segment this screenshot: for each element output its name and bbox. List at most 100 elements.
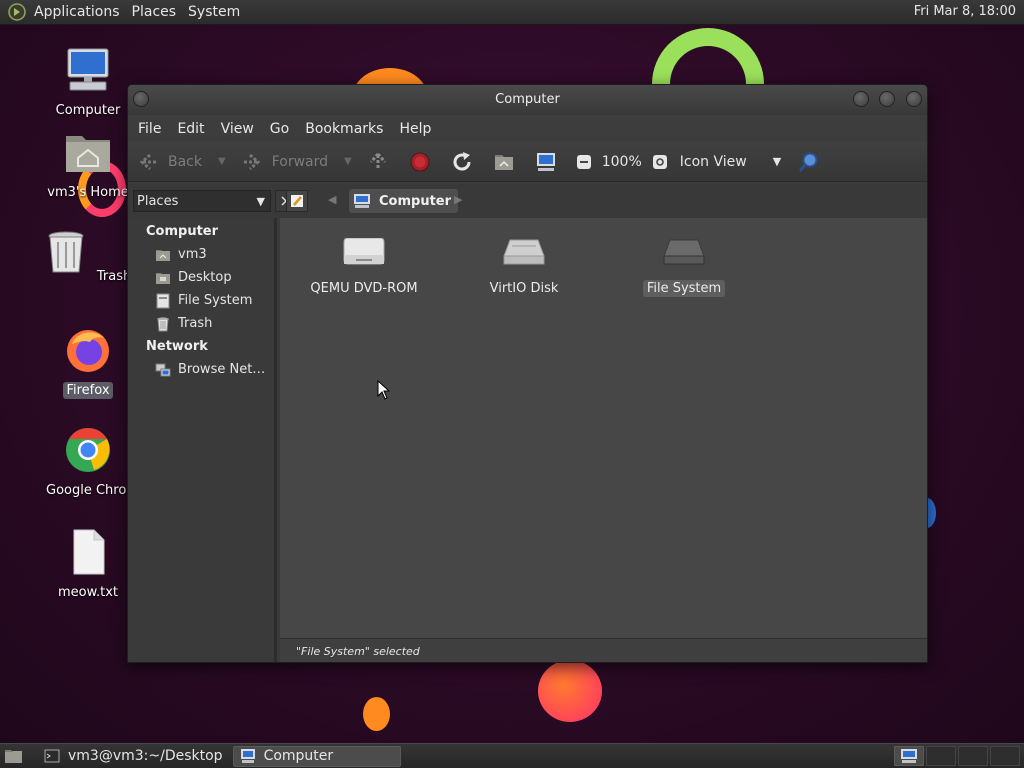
view-mode-select[interactable]: Icon View: [680, 154, 747, 170]
places-menu[interactable]: Places: [132, 4, 185, 20]
show-desktop-icon[interactable]: [4, 747, 24, 765]
status-text: "File System" selected: [296, 645, 420, 658]
file-manager-window[interactable]: Computer File Edit View Go Bookmarks Hel…: [127, 84, 928, 663]
breadcrumb-label: Computer: [379, 193, 452, 209]
workspace-4[interactable]: [990, 746, 1020, 766]
sidebar-item-desktop[interactable]: Desktop: [128, 266, 274, 289]
desktop-folder-icon: [156, 272, 170, 284]
filesystem-icon: [156, 293, 170, 308]
menu-file[interactable]: File: [130, 121, 169, 137]
sidebar-item-file-system[interactable]: File System: [128, 289, 274, 312]
workspace-3[interactable]: [958, 746, 988, 766]
desktop-icon-computer[interactable]: Computer: [38, 46, 138, 119]
sidebar-item-label: vm3: [178, 247, 207, 262]
computer-icon: [901, 749, 917, 763]
sidebar-selector-label: Places: [137, 193, 179, 209]
trash-icon: [157, 317, 169, 331]
home-folder-icon[interactable]: [492, 150, 516, 174]
reload-icon[interactable]: [450, 150, 474, 174]
places-sidebar: Computer vm3 Desktop File System Trash N…: [128, 218, 277, 662]
forward-history-dropdown[interactable]: ▼: [344, 156, 352, 167]
forward-arrow-icon: [243, 153, 260, 170]
workspace-2[interactable]: [926, 746, 956, 766]
forward-button[interactable]: Forward: [240, 150, 328, 174]
taskbar-item-computer[interactable]: Computer: [232, 745, 401, 767]
minimize-button[interactable]: [853, 91, 869, 107]
sidebar-selector[interactable]: Places ▼: [133, 190, 271, 212]
workspace-switcher[interactable]: [894, 746, 924, 766]
computer-icon: [354, 194, 370, 208]
icon-view[interactable]: QEMU DVD-ROM VirtIO Disk File System: [280, 218, 927, 638]
back-arrow-icon: [139, 153, 156, 170]
menu-edit[interactable]: Edit: [169, 121, 212, 137]
menu-help[interactable]: Help: [391, 121, 439, 137]
sidebar-item-label: Browse Net…: [178, 362, 266, 377]
desktop-icon-label: Firefox: [63, 382, 113, 399]
taskbar-item-terminal[interactable]: vm3@vm3:~/Desktop: [38, 746, 229, 767]
item-label: VirtIO Disk: [489, 281, 559, 296]
desktop-icon-label: Google Chrome: [46, 483, 133, 498]
back-label: Back: [168, 153, 202, 170]
window-title: Computer: [495, 92, 560, 107]
breadcrumb-computer[interactable]: Computer: [349, 189, 459, 213]
bottom-panel: vm3@vm3:~/Desktop Computer: [0, 743, 1024, 768]
sidebar-section-network: Network: [146, 339, 208, 354]
distro-logo-icon[interactable]: [8, 3, 26, 21]
back-button[interactable]: Back: [136, 150, 202, 174]
sidebar-item-trash[interactable]: Trash: [128, 312, 274, 335]
desktop-icon-chrome[interactable]: Google Chrome: [38, 426, 138, 503]
menu-bookmarks[interactable]: Bookmarks: [297, 121, 391, 137]
optical-drive-icon: [343, 237, 385, 265]
desktop-icon-trash[interactable]: Trash: [38, 228, 138, 285]
zoom-in-icon[interactable]: [648, 150, 672, 174]
item-qemu-dvd-rom[interactable]: QEMU DVD-ROM: [289, 237, 439, 297]
sidebar-section-computer: Computer: [146, 224, 219, 239]
item-virtio-disk[interactable]: VirtIO Disk: [449, 238, 599, 297]
window-titlebar[interactable]: Computer: [128, 85, 927, 115]
sidebar-item-label: Trash: [178, 316, 213, 331]
up-arrow-icon[interactable]: [366, 150, 390, 174]
computer-icon: [240, 749, 255, 763]
text-file-icon: [73, 529, 105, 575]
trash-icon: [48, 231, 84, 273]
hard-disk-icon: [503, 239, 545, 265]
item-label: QEMU DVD-ROM: [310, 281, 418, 296]
computer-icon[interactable]: [534, 150, 558, 174]
stop-icon[interactable]: [408, 150, 432, 174]
zoom-level[interactable]: 100%: [602, 154, 642, 170]
back-history-dropdown[interactable]: ▼: [218, 156, 226, 167]
toolbar: Back ▼ Forward ▼ 100% Icon View ▼: [128, 142, 927, 182]
menu-go[interactable]: Go: [262, 121, 297, 137]
taskbar-item-label: vm3@vm3:~/Desktop: [68, 748, 223, 764]
desktop-icon-home[interactable]: vm3's Home: [38, 128, 138, 201]
zoom-out-icon[interactable]: [572, 150, 596, 174]
item-label: File System: [642, 280, 726, 297]
top-panel: Applications Places System Fri Mar 8, 18…: [0, 0, 1024, 25]
applications-menu[interactable]: Applications: [34, 4, 128, 20]
sidebar-item-browse-network[interactable]: Browse Net…: [128, 358, 274, 381]
desktop-icon-label: vm3's Home: [47, 185, 129, 200]
search-icon[interactable]: [797, 150, 821, 174]
breadcrumb-scroll-right[interactable]: ▶: [454, 193, 462, 206]
location-bar: Places ▼ ◀ Computer ▶: [128, 184, 927, 218]
menubar: File Edit View Go Bookmarks Help: [128, 115, 927, 142]
sidebar-item-vm3[interactable]: vm3: [128, 243, 274, 266]
desktop-icon-firefox[interactable]: Firefox: [38, 326, 138, 399]
firefox-icon: [67, 330, 109, 372]
clock[interactable]: Fri Mar 8, 18:00: [914, 4, 1016, 19]
breadcrumb-scroll-left[interactable]: ◀: [328, 193, 336, 206]
menu-view[interactable]: View: [213, 121, 262, 137]
maximize-button[interactable]: [879, 91, 895, 107]
item-file-system[interactable]: File System: [609, 238, 759, 297]
desktop-icon-meow-txt[interactable]: meow.txt: [38, 528, 138, 601]
mouse-pointer-icon: [377, 380, 391, 400]
sidebar-item-label: Desktop: [178, 270, 232, 285]
system-menu[interactable]: System: [188, 4, 248, 20]
close-button[interactable]: [906, 91, 922, 107]
chevron-down-icon: ▼: [256, 194, 265, 208]
home-folder-icon: [156, 249, 170, 261]
filesystem-drive-icon: [663, 239, 705, 265]
desktop-icon-label: Computer: [55, 103, 121, 118]
view-mode-dropdown-icon[interactable]: ▼: [773, 155, 781, 168]
location-edit-button[interactable]: [286, 190, 308, 212]
